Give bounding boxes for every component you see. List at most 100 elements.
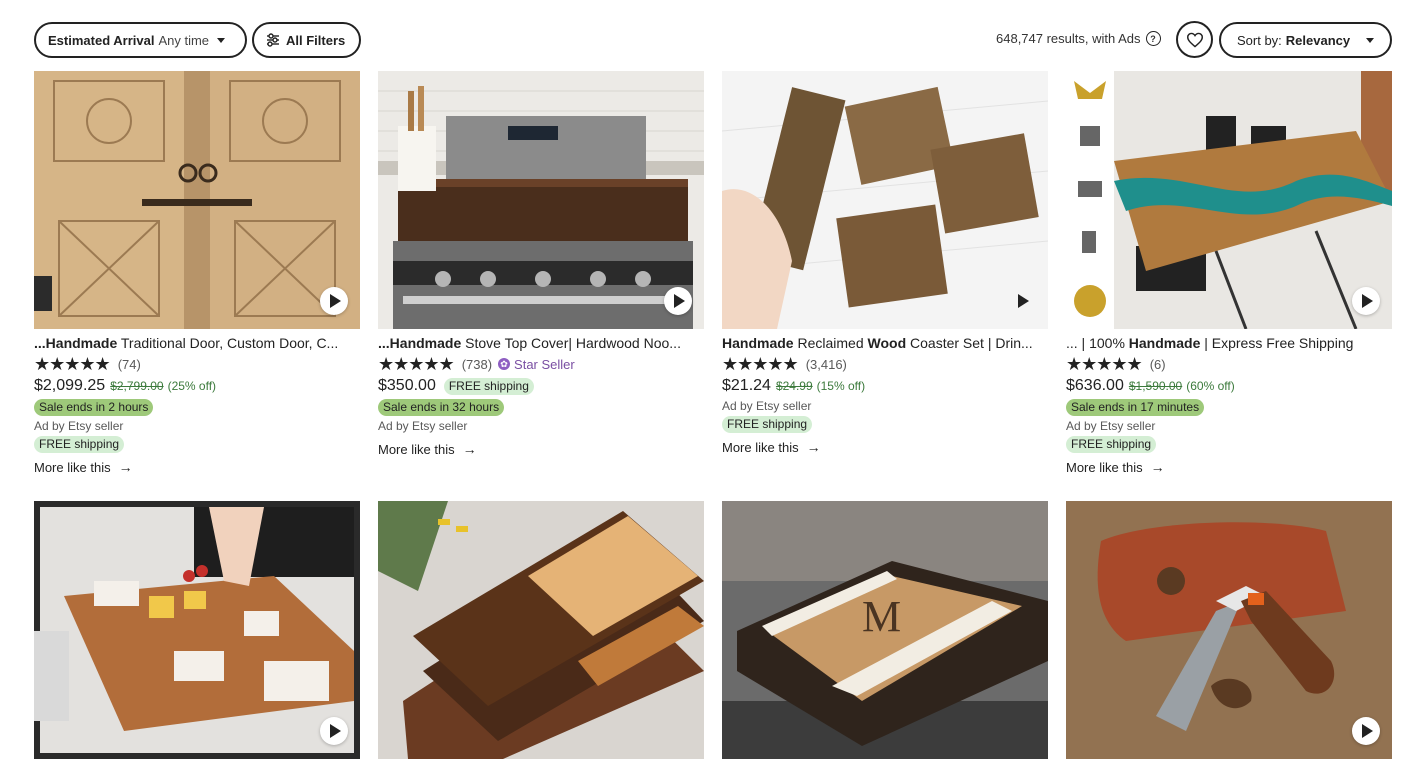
ad-label: Ad by Etsy seller [1066, 419, 1156, 433]
sort-value: Relevancy [1285, 32, 1351, 48]
favorite-search-button[interactable] [1176, 21, 1213, 58]
help-icon[interactable]: ? [1145, 31, 1161, 46]
sale-badge: Sale ends in 2 hours [34, 399, 154, 416]
title-text: ... | 100% [1066, 335, 1129, 351]
listing-card[interactable]: ... | 100% Handmade | Express Free Shipp… [1066, 71, 1392, 475]
chevron-down-icon [1366, 37, 1374, 43]
ad-label: Ad by Etsy seller [34, 419, 124, 433]
original-price: $1,590.00 [1128, 379, 1183, 393]
more-like-this-label: More like this [34, 459, 111, 475]
play-icon [330, 724, 341, 738]
listing-card[interactable]: M [722, 501, 1048, 759]
play-video-button[interactable] [320, 287, 348, 315]
price: $21.24 [722, 377, 771, 394]
price-row: $350.00 FREE shipping [378, 376, 704, 396]
ad-label: Ad by Etsy seller [722, 399, 812, 413]
results-text: 648,747 results, with Ads [996, 31, 1141, 46]
free-shipping-badge: FREE shipping [443, 377, 534, 395]
play-icon [674, 294, 685, 308]
listing-card[interactable] [378, 501, 704, 759]
play-video-button[interactable] [664, 287, 692, 315]
listing-image[interactable] [378, 71, 704, 329]
stars-icon: ★★★★★ [1066, 354, 1143, 374]
more-like-this-link[interactable]: More like this → [1066, 459, 1392, 475]
charcuterie-board-image [34, 501, 360, 759]
epoxy-table-image [1066, 71, 1392, 329]
play-video-button[interactable] [1352, 287, 1380, 315]
title-bold: ...Handmade [378, 335, 462, 351]
ad-label: Ad by Etsy seller [378, 419, 468, 433]
more-like-this-label: More like this [1066, 459, 1143, 475]
listing-card[interactable] [34, 501, 360, 759]
arrival-value: Any time [158, 32, 210, 48]
listing-image[interactable] [1066, 71, 1392, 329]
play-video-button[interactable] [320, 717, 348, 745]
review-count: (738) [461, 356, 493, 372]
stars-icon: ★★★★★ [378, 354, 455, 374]
star-seller-badge: ✿ Star Seller [498, 357, 575, 372]
arrow-right-icon: → [118, 459, 133, 475]
listing-card[interactable]: ...Handmade Traditional Door, Custom Doo… [34, 71, 360, 475]
title-bold: Handmade [722, 335, 794, 351]
listing-image[interactable] [722, 71, 1048, 329]
sort-label: Sort by: [1237, 32, 1282, 48]
stove-cover-image [378, 71, 704, 329]
price-row: $636.00 $1,590.00 (60% off) [1066, 376, 1392, 396]
price: $2,099.25 [34, 377, 106, 394]
listing-card[interactable]: Handmade Reclaimed Wood Coaster Set | Dr… [722, 71, 1048, 455]
original-price: $2,799.00 [110, 379, 164, 393]
monogram-text: M [862, 592, 901, 641]
original-price: $24.99 [775, 379, 813, 393]
title-bold: Wood [867, 335, 907, 351]
play-icon [330, 294, 341, 308]
title-text: Reclaimed [793, 335, 868, 351]
review-count: (6) [1149, 356, 1166, 372]
price-row: $21.24 $24.99 (15% off) [722, 376, 1048, 396]
listing-image[interactable] [1066, 501, 1392, 759]
more-like-this-link[interactable]: More like this → [722, 439, 1048, 455]
star-seller-icon: ✿ [498, 358, 511, 370]
rating: ★★★★★ (738) ✿ Star Seller [378, 355, 704, 373]
review-count: (3,416) [805, 356, 847, 372]
discount: (15% off) [816, 379, 866, 393]
discount: (25% off) [167, 379, 217, 393]
title-text: Coaster Set | Drin... [906, 335, 1033, 351]
more-like-this-link[interactable]: More like this → [34, 459, 360, 475]
listing-card[interactable]: ...Handmade Stove Top Cover| Hardwood No… [378, 71, 704, 457]
rating: ★★★★★ (74) [34, 355, 360, 373]
stars-icon: ★★★★★ [722, 354, 799, 374]
listing-title[interactable]: ... | 100% Handmade | Express Free Shipp… [1066, 334, 1392, 352]
monogram-board-image: M [722, 501, 1048, 759]
listing-image[interactable] [34, 501, 360, 759]
all-filters-button[interactable]: All Filters [252, 22, 361, 58]
review-count: (74) [117, 356, 141, 372]
cutting-board-image [378, 501, 704, 759]
title-text: Traditional Door, Custom Door, C... [117, 335, 339, 351]
play-icon [1362, 294, 1373, 308]
free-shipping-badge: FREE shipping [1066, 436, 1157, 453]
more-like-this-link[interactable]: More like this → [378, 441, 704, 457]
play-video-button[interactable] [1352, 717, 1380, 745]
listing-image[interactable] [378, 501, 704, 759]
listing-title[interactable]: Handmade Reclaimed Wood Coaster Set | Dr… [722, 334, 1048, 352]
sort-dropdown[interactable]: Sort by: Relevancy [1219, 22, 1392, 58]
listing-title[interactable]: ...Handmade Traditional Door, Custom Doo… [34, 334, 360, 352]
arrow-right-icon: → [462, 441, 477, 457]
arrival-label: Estimated Arrival [48, 32, 155, 48]
all-filters-label: All Filters [286, 32, 346, 48]
rating: ★★★★★ (3,416) [722, 355, 1048, 373]
title-text: Stove Top Cover| Hardwood Noo... [461, 335, 681, 351]
estimated-arrival-filter[interactable]: Estimated Arrival Any time [34, 22, 247, 58]
arrow-right-icon: → [1150, 459, 1165, 475]
listing-title[interactable]: ...Handmade Stove Top Cover| Hardwood No… [378, 334, 704, 352]
title-bold: ...Handmade [34, 335, 118, 351]
play-video-button[interactable] [1008, 287, 1036, 315]
listing-card[interactable] [1066, 501, 1392, 759]
coaster-image [722, 71, 1048, 329]
price: $350.00 [378, 377, 436, 394]
listing-image[interactable] [34, 71, 360, 329]
free-shipping-badge: FREE shipping [722, 416, 813, 433]
price: $636.00 [1066, 377, 1124, 394]
results-count: 648,747 results, with Ads ? [996, 31, 1161, 46]
listing-image[interactable]: M [722, 501, 1048, 759]
